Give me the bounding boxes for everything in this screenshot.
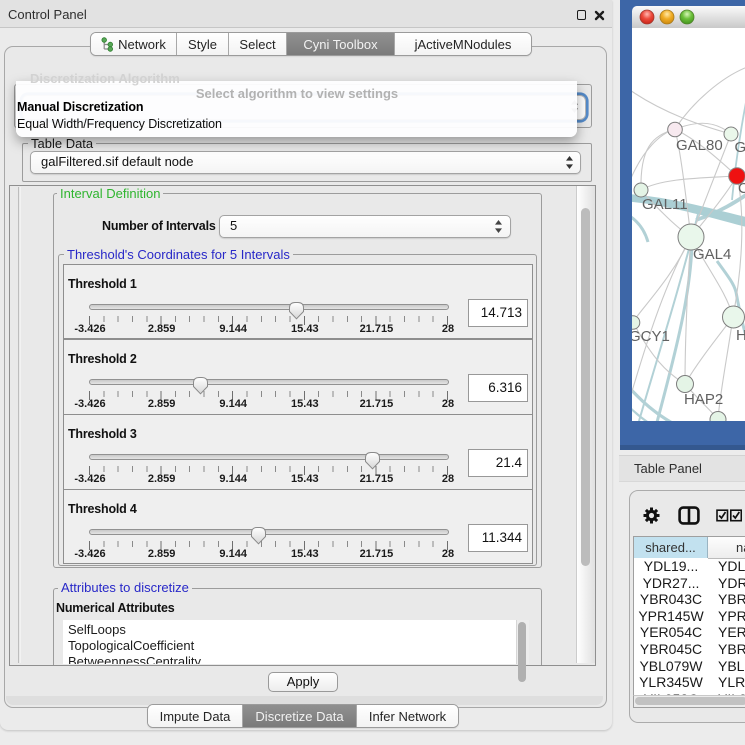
svg-text:GCY1: GCY1	[632, 328, 670, 345]
svg-text:GA: GA	[735, 139, 745, 156]
svg-text:HAP2: HAP2	[684, 391, 723, 408]
svg-text:GAL80: GAL80	[676, 137, 723, 154]
svg-text:GAL4: GAL4	[693, 246, 731, 263]
svg-text:GAL11: GAL11	[642, 196, 688, 213]
svg-text:CY: CY	[738, 180, 745, 197]
svg-text:HI: HI	[736, 327, 745, 344]
